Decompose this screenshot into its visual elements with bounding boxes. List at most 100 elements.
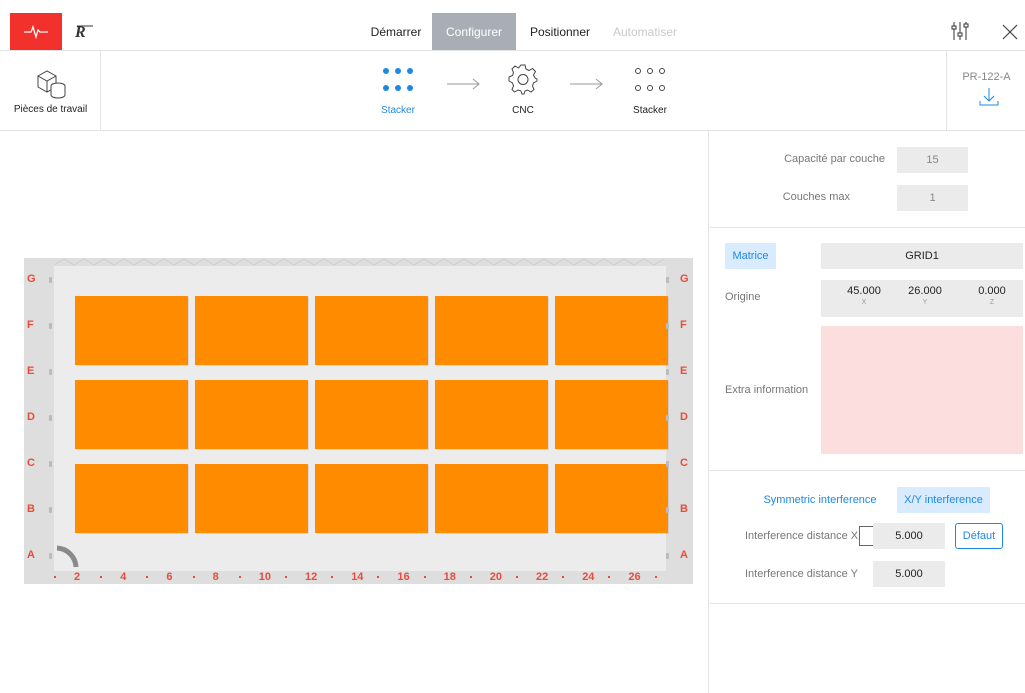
step-stacker-1-label: Stacker (381, 105, 415, 116)
workpieces-button[interactable]: Pièces de travail (0, 51, 101, 130)
col-label: 18 (443, 571, 456, 583)
grid-cell[interactable] (315, 464, 428, 533)
row-label-left: D (27, 411, 35, 423)
default-button[interactable]: Défaut (955, 523, 1003, 549)
close-icon[interactable] (1002, 24, 1018, 40)
row-tick (666, 461, 669, 467)
row-tick (49, 277, 52, 283)
distance-x-field[interactable]: 5.000 (873, 523, 945, 549)
row-tick (666, 553, 669, 559)
dots-grid-icon (368, 68, 428, 93)
row-tick (49, 553, 52, 559)
layers-field[interactable]: 1 (897, 185, 968, 211)
grid-cell[interactable] (75, 380, 188, 449)
grid-cell[interactable] (195, 296, 308, 365)
grid-cell[interactable] (195, 464, 308, 533)
step-cnc-label: CNC (512, 105, 534, 116)
col-label: 10 (258, 571, 272, 583)
grid-cell[interactable] (315, 296, 428, 365)
row-tick (49, 323, 52, 329)
tab-demarrer[interactable]: Démarrer (360, 13, 432, 50)
extra-info-field[interactable] (821, 326, 1023, 454)
row-label-right: C (680, 457, 688, 469)
origin-field[interactable]: 45.000 X 26.000 Y 0.000 Z (821, 280, 1023, 317)
col-tick (54, 576, 56, 578)
stacker-canvas[interactable]: G G F F E E D D C C B B A A 2 4 6 8 10 12 14 16 18 20 22 24 26 (0, 131, 889, 693)
capacity-field[interactable]: 15 (897, 147, 968, 173)
robot-logo-icon[interactable]: R (74, 22, 96, 42)
program-download[interactable]: PR-122-A (946, 51, 1025, 130)
col-label: 22 (536, 571, 549, 583)
row-tick (49, 507, 52, 513)
step-stacker-2-label: Stacker (633, 105, 667, 116)
row-label-left: G (27, 273, 36, 285)
workpieces-icon (34, 68, 68, 100)
col-tick (146, 576, 149, 578)
row-label-right: D (680, 411, 688, 423)
tab-xy-interference[interactable]: X/Y interference (897, 487, 990, 513)
grid-cell[interactable] (555, 464, 668, 533)
step-stacker-1[interactable]: Stacker (368, 65, 428, 116)
row-label-right: B (680, 503, 688, 515)
row-label-right: G (680, 273, 689, 285)
stacker-tray: G G F F E E D D C C B B A A 2 4 6 8 10 12 14 16 18 20 22 24 26 (24, 258, 693, 584)
gear-icon (493, 64, 553, 95)
capacity-label: Capacité par couche (784, 153, 885, 165)
col-tick (469, 576, 472, 578)
grid-cell[interactable] (435, 464, 548, 533)
origin-z: 0.000 Z (978, 285, 1006, 306)
row-tick (49, 415, 52, 421)
origin-marker-icon (56, 545, 79, 568)
col-tick (331, 576, 334, 578)
col-tick (377, 576, 380, 578)
tab-automatiser: Automatiser (612, 24, 678, 39)
layers-label: Couches max (782, 191, 850, 203)
col-tick (423, 576, 426, 578)
col-tick (192, 576, 195, 578)
col-tick (562, 576, 565, 578)
row-label-right: A (680, 549, 688, 561)
row-tick (666, 369, 669, 375)
sliders-icon[interactable] (951, 21, 969, 41)
row-label-left: A (27, 549, 35, 561)
distance-y-label: Interference distance Y (745, 568, 858, 580)
col-tick (608, 576, 611, 578)
grid-cell[interactable] (315, 380, 428, 449)
tab-positionner[interactable]: Positionner (516, 13, 604, 50)
origin-x: 45.000 X (847, 285, 881, 306)
arrow-right-icon (570, 78, 603, 90)
tab-symmetric-interference[interactable]: Symmetric interference (756, 487, 884, 513)
col-tick (654, 576, 657, 578)
matrix-button[interactable]: Matrice (725, 243, 776, 269)
grid-cell[interactable] (435, 380, 548, 449)
program-name: PR-122-A (962, 71, 1011, 83)
row-tick (666, 323, 669, 329)
row-tick (666, 507, 669, 513)
pulse-icon[interactable] (10, 13, 62, 50)
col-label: 20 (489, 571, 503, 583)
step-stacker-2[interactable]: Stacker (620, 65, 680, 116)
grid-cell[interactable] (555, 296, 668, 365)
tray-edge-pattern (54, 258, 665, 266)
grid-cell[interactable] (195, 380, 308, 449)
grid-cell[interactable] (555, 380, 668, 449)
grid-cell[interactable] (75, 464, 188, 533)
row-tick (666, 277, 669, 283)
col-label: 24 (582, 571, 595, 583)
col-tick (100, 576, 103, 578)
program-flow-bar: Pièces de travail Stacker CNC Stacker PR… (0, 51, 1025, 131)
distance-y-field[interactable]: 5.000 (873, 561, 945, 587)
grid-cell[interactable] (75, 296, 188, 365)
origin-y: 26.000 Y (908, 285, 942, 306)
arrow-right-icon (447, 78, 480, 90)
grid-cell[interactable] (435, 296, 548, 365)
row-tick (666, 415, 669, 421)
col-label: 26 (628, 571, 641, 583)
col-label: 14 (351, 571, 364, 583)
col-label: 4 (120, 571, 127, 583)
matrix-select[interactable]: GRID1 (821, 243, 1023, 269)
col-tick (238, 576, 241, 578)
download-icon[interactable] (979, 87, 999, 107)
tab-configurer[interactable]: Configurer (432, 13, 516, 50)
step-cnc[interactable]: CNC (493, 64, 553, 116)
